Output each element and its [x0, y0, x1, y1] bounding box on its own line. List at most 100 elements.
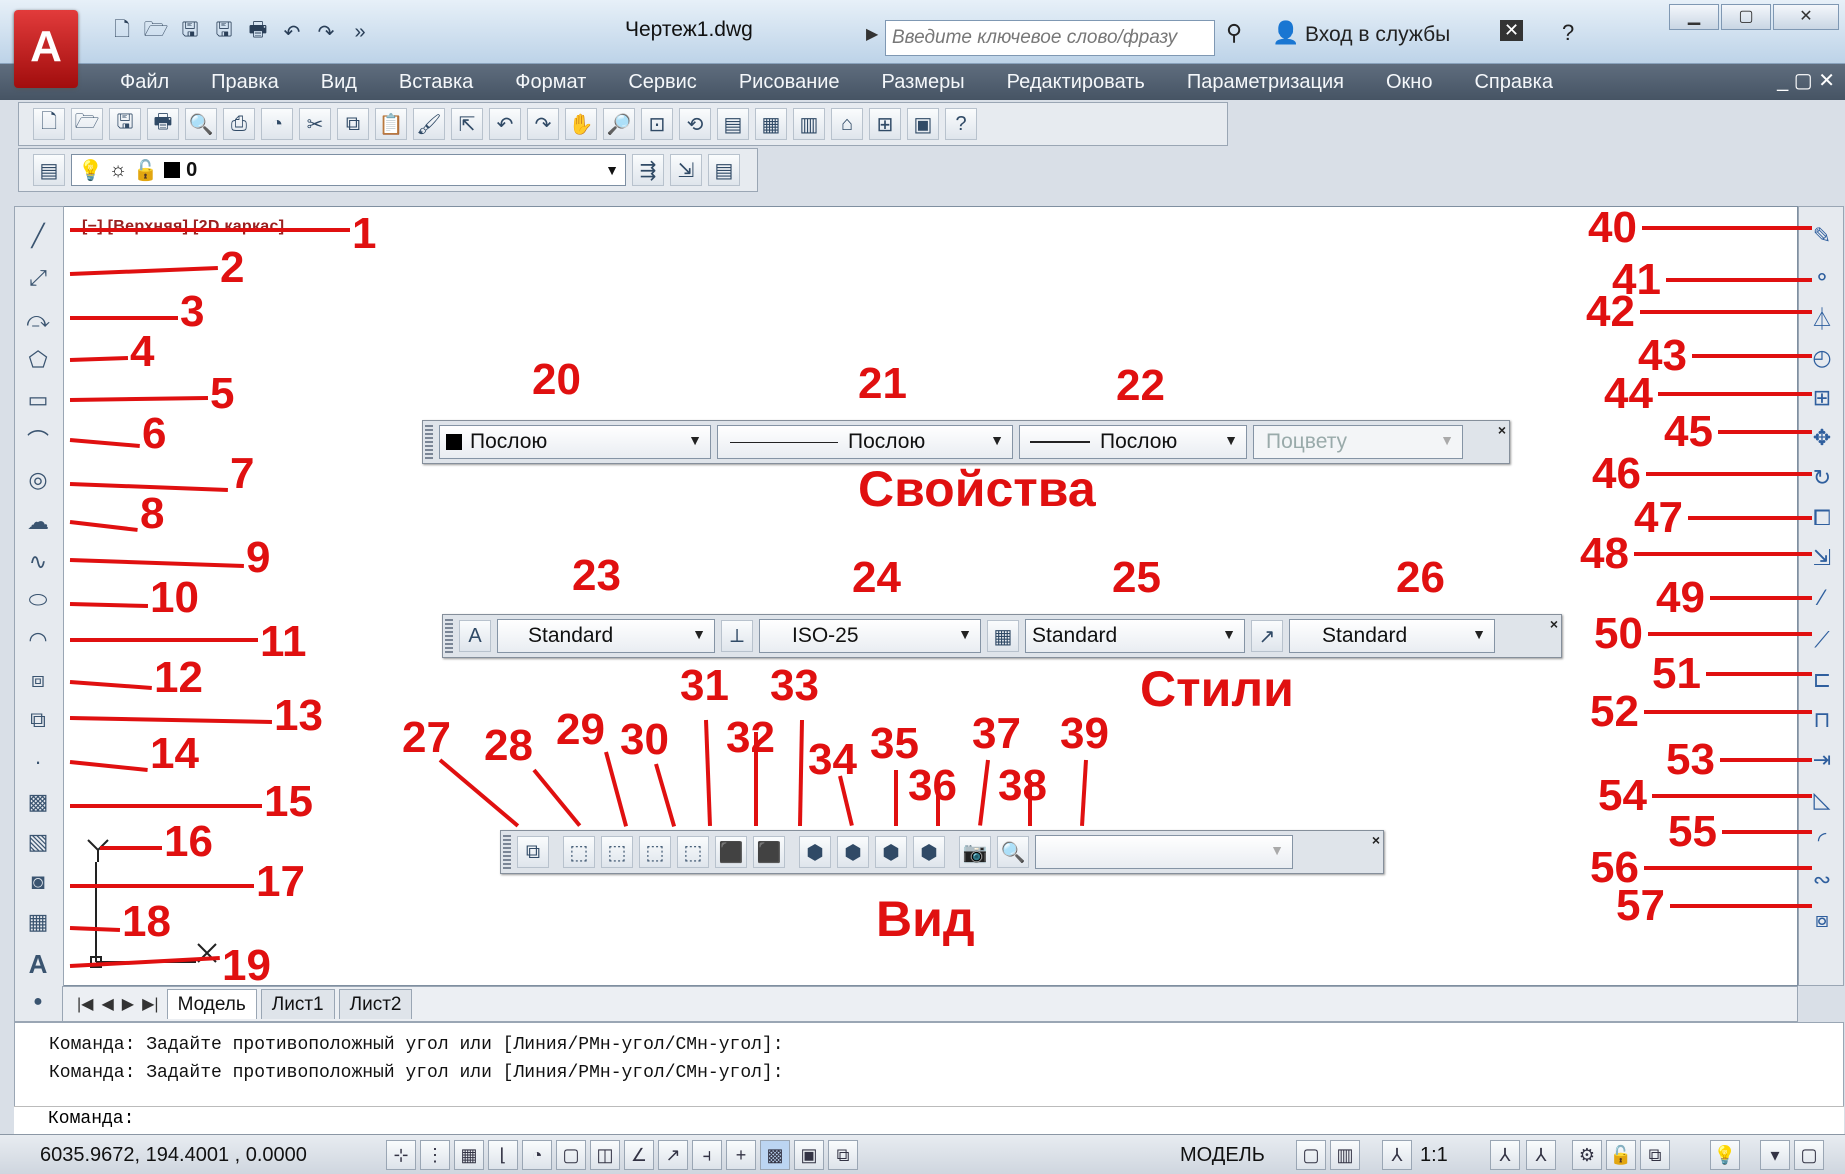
table-style-dropdown[interactable]: Standard ▼: [1025, 619, 1245, 653]
auto-scale-icon[interactable]: ⅄: [1526, 1140, 1556, 1170]
infer-constraints-icon[interactable]: ⊹: [386, 1140, 416, 1170]
new-icon[interactable]: 🗋: [33, 108, 65, 140]
pan-icon[interactable]: ✋: [565, 108, 597, 140]
named-views-icon[interactable]: ⧉: [517, 836, 549, 868]
plotstyle-dropdown[interactable]: Поцвету ▼: [1253, 425, 1463, 459]
selection-cycling-icon[interactable]: ⧉: [828, 1140, 858, 1170]
undo-icon[interactable]: ↶: [278, 18, 306, 46]
sheet-set-icon[interactable]: ⌂: [831, 108, 863, 140]
linetype-dropdown[interactable]: Послою ▼: [717, 425, 1013, 459]
maximize-button[interactable]: ▢: [1721, 4, 1771, 30]
polyline-icon[interactable]: ⤼: [21, 305, 55, 335]
polygon-icon[interactable]: ⬠: [21, 345, 55, 375]
offset-icon[interactable]: ◴: [1805, 343, 1839, 373]
left-view-icon[interactable]: ⬚: [639, 836, 671, 868]
tab-model[interactable]: Модель: [166, 989, 257, 1019]
viewport-label[interactable]: [−] [Верхняя] [2D каркас]: [82, 218, 284, 236]
break-at-point-icon[interactable]: ⊏: [1805, 665, 1839, 695]
save-icon[interactable]: 🖫: [109, 108, 141, 140]
print-icon[interactable]: 🖶: [244, 18, 272, 46]
make-block-icon[interactable]: ⧉: [21, 705, 55, 735]
command-input[interactable]: Команда:: [14, 1106, 1844, 1134]
revision-cloud-icon[interactable]: ☁: [21, 507, 55, 537]
add-selected-icon[interactable]: ●: [21, 987, 55, 1017]
spline-icon[interactable]: ∿: [21, 547, 55, 577]
text-style-icon[interactable]: A: [459, 620, 491, 652]
status-menu-icon[interactable]: ▾: [1760, 1140, 1790, 1170]
lineweight-icon[interactable]: +: [726, 1140, 756, 1170]
toolbar-grip[interactable]: [503, 835, 511, 869]
mdi-controls[interactable]: _ ▢ ✕: [1777, 68, 1835, 93]
region-icon[interactable]: ◙: [21, 867, 55, 897]
rectangle-icon[interactable]: ▭: [21, 385, 55, 415]
new-file-icon[interactable]: 🗋: [108, 18, 136, 46]
design-center-icon[interactable]: ▦: [755, 108, 787, 140]
tool-palettes-icon[interactable]: ▥: [793, 108, 825, 140]
coordinates-readout[interactable]: 6035.9672, 194.4001 , 0.0000: [40, 1144, 307, 1167]
layer-previous-icon[interactable]: ⇲: [670, 154, 702, 186]
annotation-scale-value[interactable]: 1:1: [1420, 1144, 1448, 1167]
mirror-icon[interactable]: ⏃: [1805, 303, 1839, 333]
zoom-window-icon[interactable]: ⊡: [641, 108, 673, 140]
tab-sheet1[interactable]: Лист1: [260, 989, 335, 1019]
rotate-icon[interactable]: ↻: [1805, 463, 1839, 493]
bottom-view-icon[interactable]: ⬚: [601, 836, 633, 868]
menu-insert[interactable]: Вставка: [399, 71, 473, 94]
save-as-icon[interactable]: 🖫: [210, 18, 238, 46]
menu-help[interactable]: Справка: [1474, 71, 1552, 94]
table-style-icon[interactable]: ▦: [987, 620, 1019, 652]
mleader-style-dropdown[interactable]: Standard ▼: [1289, 619, 1495, 653]
top-view-icon[interactable]: ⬚: [563, 836, 595, 868]
menu-view[interactable]: Вид: [321, 71, 357, 94]
block-editor-icon[interactable]: ⇱: [451, 108, 483, 140]
quick-view-icon[interactable]: ▥: [1330, 1140, 1360, 1170]
chamfer-icon[interactable]: ◺: [1805, 785, 1839, 815]
isolate-objects-icon[interactable]: 💡: [1710, 1140, 1740, 1170]
plot-icon[interactable]: 🖶: [147, 108, 179, 140]
dim-style-icon[interactable]: ⟂: [721, 620, 753, 652]
redo-icon[interactable]: ↷: [527, 108, 559, 140]
grid-icon[interactable]: ▦: [454, 1140, 484, 1170]
close-button[interactable]: ✕: [1773, 4, 1839, 30]
annotation-scale-icon[interactable]: ⅄: [1382, 1140, 1412, 1170]
open-folder-icon[interactable]: 🗁: [142, 18, 170, 46]
osnap-icon[interactable]: ▢: [556, 1140, 586, 1170]
polar-icon[interactable]: ◔: [522, 1140, 552, 1170]
lineweight-dropdown[interactable]: Послою ▼: [1019, 425, 1247, 459]
menu-parametric[interactable]: Параметризация: [1187, 71, 1344, 94]
minimize-button[interactable]: ▁: [1669, 4, 1719, 30]
3d-dwf-icon[interactable]: ◔: [261, 108, 293, 140]
explode-icon[interactable]: ⧇: [1805, 905, 1839, 935]
undo-icon[interactable]: ↶: [489, 108, 521, 140]
clean-screen-icon[interactable]: ▢: [1794, 1140, 1824, 1170]
publish-icon[interactable]: ⎙: [223, 108, 255, 140]
gradient-icon[interactable]: ▧: [21, 827, 55, 857]
ellipse-arc-icon[interactable]: ◠: [21, 625, 55, 655]
lock-icon[interactable]: 🔓: [1606, 1140, 1636, 1170]
zoom-realtime-icon[interactable]: 🔎: [603, 108, 635, 140]
close-icon[interactable]: ×: [1372, 832, 1380, 848]
sw-iso-icon[interactable]: ⬢: [799, 836, 831, 868]
menu-file[interactable]: Файл: [120, 71, 169, 94]
stretch-icon[interactable]: ⇲: [1805, 543, 1839, 573]
workspace-gear-icon[interactable]: ⚙: [1572, 1140, 1602, 1170]
match-properties-icon[interactable]: 🖌: [413, 108, 445, 140]
tab-last-icon[interactable]: ▶|: [142, 994, 158, 1014]
annotation-visibility-icon[interactable]: ⅄: [1490, 1140, 1520, 1170]
right-view-icon[interactable]: ⬚: [677, 836, 709, 868]
sign-in-link[interactable]: Вход в службы: [1305, 23, 1450, 47]
tab-sheet2[interactable]: Лист2: [338, 989, 413, 1019]
front-view-icon[interactable]: ⬛: [715, 836, 747, 868]
zoom-back-icon[interactable]: 🔍: [997, 836, 1029, 868]
preview-icon[interactable]: 🔍: [185, 108, 217, 140]
toolbar-grip[interactable]: [425, 425, 433, 459]
toolbar-grip[interactable]: [445, 619, 453, 653]
binoculars-icon[interactable]: ⚲: [1226, 20, 1242, 46]
layer-manager-icon[interactable]: ▤: [33, 154, 65, 186]
ne-iso-icon[interactable]: ⬢: [875, 836, 907, 868]
layer-states-icon[interactable]: ▤: [708, 154, 740, 186]
help-icon[interactable]: ?: [945, 108, 977, 140]
menu-draw[interactable]: Рисование: [739, 71, 840, 94]
search-input[interactable]: Введите ключевое слово/фразу: [885, 20, 1215, 56]
open-icon[interactable]: 🗁: [71, 108, 103, 140]
